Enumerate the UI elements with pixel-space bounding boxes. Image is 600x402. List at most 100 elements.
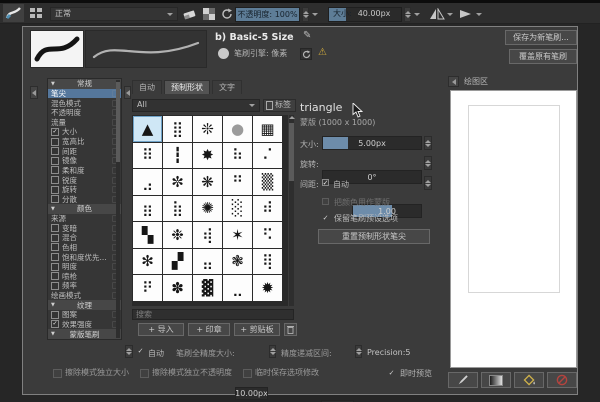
option-checkbox[interactable] bbox=[51, 281, 59, 290]
tip-size-stepper[interactable] bbox=[424, 136, 432, 150]
footer-checkbox[interactable] bbox=[140, 369, 149, 378]
list-splitter-handle[interactable] bbox=[124, 86, 131, 99]
option-checkbox[interactable] bbox=[51, 137, 59, 146]
option-checkbox[interactable] bbox=[51, 156, 59, 165]
precision-mode-stepper[interactable] bbox=[125, 345, 133, 358]
brush-tip-cell[interactable]: ❋ bbox=[193, 169, 222, 195]
brush-option-row[interactable]: ▼ 蒙版笔刷 bbox=[48, 329, 121, 339]
brush-option-row[interactable]: 流量 bbox=[48, 118, 121, 128]
full-size-field[interactable]: 10.00px bbox=[235, 387, 268, 400]
use-color-checkbox[interactable] bbox=[322, 198, 329, 205]
tip-tab[interactable]: 预制形状 bbox=[164, 80, 210, 94]
tip-tab[interactable]: 自动 bbox=[132, 80, 162, 94]
brush-tip-cell[interactable]: ▚ bbox=[133, 222, 162, 248]
opacity-slider[interactable]: 不透明度: 100% bbox=[235, 7, 300, 22]
blend-mode-select[interactable]: 正常 bbox=[50, 7, 178, 21]
option-checkbox[interactable]: ✓ bbox=[51, 127, 59, 136]
brush-tip-cell[interactable]: ✽ bbox=[163, 275, 192, 301]
option-checkbox[interactable] bbox=[51, 243, 59, 252]
reload-engine-icon[interactable] bbox=[300, 48, 312, 60]
brush-tip-cell[interactable]: ✼ bbox=[163, 169, 192, 195]
brush-option-row[interactable]: 柔和度 bbox=[48, 166, 121, 176]
delete-tip-button[interactable] bbox=[284, 323, 297, 336]
brush-option-row[interactable]: 镜像 bbox=[48, 156, 121, 166]
instant-preview-checkbox[interactable]: ✓ bbox=[388, 369, 395, 377]
scratchpad-clear-button[interactable] bbox=[547, 372, 577, 388]
brush-tip-cell[interactable]: ⠟ bbox=[133, 275, 162, 301]
brush-option-row[interactable]: 锐度 bbox=[48, 175, 121, 185]
brush-tip-cell[interactable]: ✻ bbox=[133, 248, 162, 274]
section-collapse-icon[interactable]: ▼ bbox=[51, 331, 55, 337]
option-checkbox[interactable] bbox=[51, 224, 59, 233]
option-checkbox[interactable] bbox=[51, 176, 59, 185]
brush-tip-cell[interactable]: ⢾ bbox=[193, 222, 222, 248]
brush-option-row[interactable]: 来源 bbox=[48, 214, 121, 224]
brush-tip-cell[interactable]: ▞ bbox=[163, 248, 192, 274]
brush-tip-cell[interactable]: ⠌ bbox=[253, 142, 282, 168]
search-input[interactable] bbox=[132, 309, 294, 320]
rotation-stepper[interactable] bbox=[424, 156, 432, 170]
brush-tip-cell[interactable]: ❃ bbox=[223, 248, 252, 274]
brush-tip-cell[interactable]: ▦ bbox=[253, 116, 282, 142]
options-scrollbar[interactable] bbox=[116, 80, 120, 338]
brush-tip-cell[interactable]: ✹ bbox=[253, 275, 282, 301]
mirror-horizontal-icon[interactable] bbox=[428, 7, 445, 21]
opacity-options-icon[interactable] bbox=[312, 13, 318, 16]
option-checkbox[interactable] bbox=[51, 147, 59, 156]
brush-tip-cell[interactable]: ⣶ bbox=[133, 195, 162, 221]
rename-pencil-icon[interactable]: ✎ bbox=[303, 30, 311, 41]
brush-tip-cell[interactable]: ❉ bbox=[163, 222, 192, 248]
scratchpad-gradient-button[interactable] bbox=[481, 372, 511, 388]
app-logo-icon[interactable] bbox=[3, 4, 24, 22]
scratchpad-collapse-icon[interactable] bbox=[448, 76, 459, 87]
size-options-icon[interactable] bbox=[414, 13, 420, 16]
mirror-h-dropdown-icon[interactable] bbox=[447, 13, 453, 16]
brush-option-row[interactable]: 明度 bbox=[48, 262, 121, 272]
brush-option-row[interactable]: 旋转 bbox=[48, 185, 121, 195]
choose-workspace-icon[interactable] bbox=[30, 8, 43, 19]
tag-filter-select[interactable]: All bbox=[132, 99, 260, 112]
spacing-stepper[interactable] bbox=[424, 176, 432, 190]
scratchpad-fill-button[interactable] bbox=[514, 372, 544, 388]
brush-option-row[interactable]: 宽高比 bbox=[48, 137, 121, 147]
section-collapse-icon[interactable]: ▼ bbox=[51, 206, 55, 212]
brush-option-row[interactable]: 喷枪 bbox=[48, 272, 121, 282]
brush-tip-cell[interactable]: ⣿ bbox=[163, 116, 192, 142]
eraser-icon[interactable] bbox=[182, 7, 196, 21]
mirror-vertical-icon[interactable] bbox=[457, 7, 473, 21]
options-collapse-handle[interactable] bbox=[30, 86, 38, 99]
option-checkbox[interactable] bbox=[51, 185, 59, 194]
size-stepper[interactable] bbox=[404, 7, 411, 22]
brush-tip-cell[interactable]: ⣷ bbox=[163, 195, 192, 221]
brush-tip-cell[interactable]: ┇ bbox=[163, 142, 192, 168]
scratchpad-canvas[interactable] bbox=[450, 90, 577, 368]
brush-tip-cell[interactable]: ⢿ bbox=[253, 248, 282, 274]
clipboard-button[interactable]: + 剪贴板 bbox=[234, 323, 280, 336]
spacing-auto-checkbox[interactable]: ✓ bbox=[322, 179, 329, 187]
mirror-v-dropdown-icon[interactable] bbox=[476, 13, 482, 16]
brush-tip-cell[interactable]: ⠷ bbox=[223, 142, 252, 168]
brush-tip-cell[interactable]: ✺ bbox=[193, 195, 222, 221]
brush-tip-cell[interactable]: ▲ bbox=[133, 116, 162, 142]
brush-option-row[interactable]: 饱和度优先... bbox=[48, 252, 121, 262]
option-checkbox[interactable] bbox=[51, 233, 59, 242]
brush-tip-cell[interactable]: ⣠ bbox=[133, 169, 162, 195]
precision-auto-checkbox[interactable]: ✓ bbox=[137, 347, 144, 355]
save-new-brush-button[interactable]: 保存为新笔刷... bbox=[505, 30, 577, 45]
option-checkbox[interactable]: ✓ bbox=[51, 320, 59, 329]
overwrite-brush-button[interactable]: 覆盖原有笔刷 bbox=[509, 49, 577, 64]
brush-tip-cell[interactable]: ✶ bbox=[223, 222, 252, 248]
brush-tip-cell[interactable]: ● bbox=[223, 116, 252, 142]
brush-option-row[interactable]: 变暗 bbox=[48, 223, 121, 233]
reset-tip-button[interactable]: 重置预制形状笔尖 bbox=[318, 229, 430, 244]
brush-option-row[interactable]: 混合 bbox=[48, 233, 121, 243]
section-collapse-icon[interactable]: ▼ bbox=[51, 302, 55, 308]
option-checkbox[interactable] bbox=[51, 166, 59, 175]
preserve-alpha-icon[interactable] bbox=[203, 8, 215, 20]
brush-tip-cell[interactable]: ⠾ bbox=[253, 195, 282, 221]
opacity-stepper[interactable] bbox=[302, 7, 309, 22]
footer-toggle[interactable]: 擦除模式独立不透明度 bbox=[140, 368, 232, 378]
brush-tip-cell[interactable]: ▒ bbox=[253, 169, 282, 195]
footer-toggle[interactable]: 临时保存选项修改 bbox=[243, 368, 319, 378]
reload-preset-icon[interactable] bbox=[220, 7, 233, 21]
